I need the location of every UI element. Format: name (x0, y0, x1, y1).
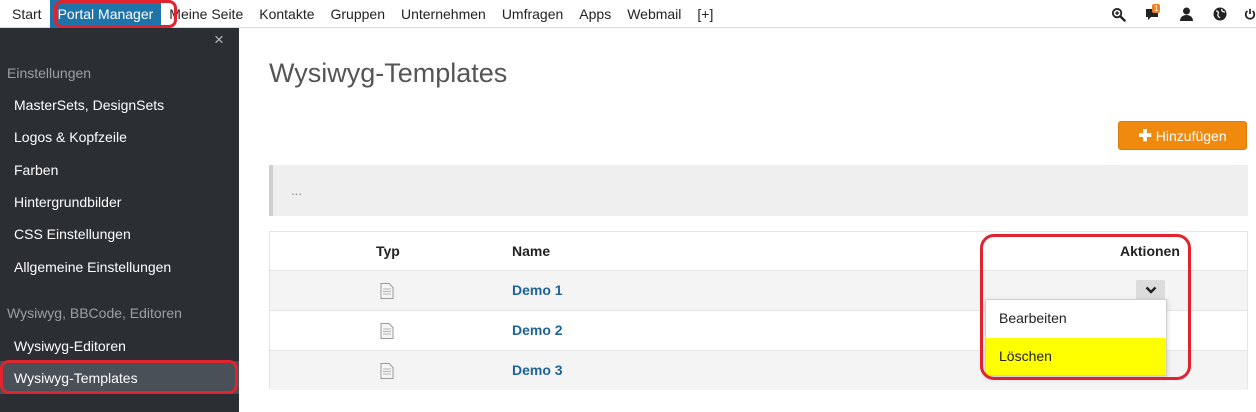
header-name: Name (512, 243, 551, 259)
power-icon[interactable] (1244, 4, 1256, 24)
nav-unternehmen[interactable]: Unternehmen (393, 0, 494, 28)
sidebar-item-css[interactable]: CSS Einstellungen (14, 226, 131, 242)
nav-apps[interactable]: Apps (571, 0, 619, 28)
row-name-link[interactable]: Demo 1 (512, 282, 563, 298)
nav-webmail[interactable]: Webmail (619, 0, 689, 28)
top-nav-bar: Start Portal Manager Meine Seite Kontakt… (0, 0, 1256, 28)
document-icon (380, 363, 394, 379)
document-icon (380, 323, 394, 339)
annotation-ring-nav (54, 0, 177, 28)
user-icon[interactable] (1176, 4, 1196, 24)
nav-start[interactable]: Start (4, 0, 50, 28)
globe-icon[interactable] (1210, 4, 1230, 24)
info-text: ... (291, 183, 302, 198)
search-icon[interactable] (1108, 4, 1128, 24)
row-name-link[interactable]: Demo 3 (512, 362, 563, 378)
nav-more[interactable]: [+] (689, 0, 721, 28)
nav-kontakte[interactable]: Kontakte (251, 0, 322, 28)
info-box: ... (269, 165, 1248, 216)
close-icon[interactable]: × (214, 30, 224, 50)
sidebar: × Einstellungen MasterSets, DesignSets L… (0, 28, 239, 412)
top-icons: 1 (1094, 0, 1256, 28)
plus-icon: ✚ (1138, 127, 1152, 145)
document-icon (380, 283, 394, 299)
annotation-ring-sidebar (0, 360, 238, 394)
add-button[interactable]: ✚ Hinzufügen (1118, 121, 1247, 150)
row-name-link[interactable]: Demo 2 (512, 322, 563, 338)
annotation-ring-actions (980, 234, 1191, 380)
add-button-label: Hinzufügen (1155, 127, 1227, 144)
chat-badge: 1 (1152, 4, 1161, 13)
sidebar-section-einstellungen: Einstellungen (7, 65, 92, 81)
sidebar-section-wysiwyg: Wysiwyg, BBCode, Editoren (7, 305, 182, 321)
sidebar-item-farben[interactable]: Farben (14, 162, 58, 178)
sidebar-item-wysiwyg-editoren[interactable]: Wysiwyg-Editoren (14, 338, 126, 354)
sidebar-item-logos[interactable]: Logos & Kopfzeile (14, 129, 127, 145)
nav-umfragen[interactable]: Umfragen (494, 0, 571, 28)
chat-icon[interactable]: 1 (1142, 4, 1162, 24)
header-typ: Typ (376, 243, 400, 259)
nav-gruppen[interactable]: Gruppen (323, 0, 393, 28)
sidebar-item-mastersets[interactable]: MasterSets, DesignSets (14, 97, 164, 113)
page-title: Wysiwyg-Templates (269, 58, 508, 88)
sidebar-item-allgemein[interactable]: Allgemeine Einstellungen (14, 259, 171, 275)
sidebar-item-hintergrundbilder[interactable]: Hintergrundbilder (14, 194, 121, 210)
